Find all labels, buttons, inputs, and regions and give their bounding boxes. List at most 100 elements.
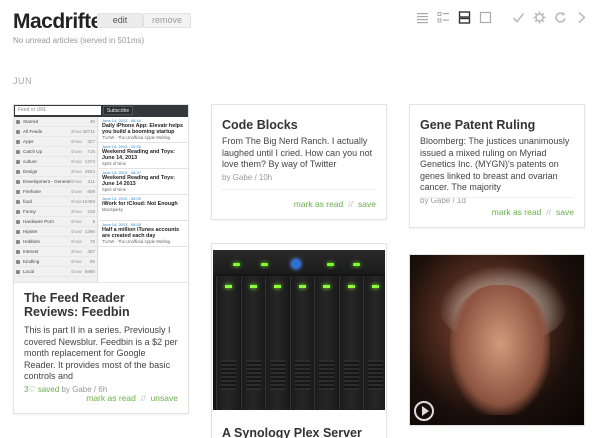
drive-bay: [314, 276, 338, 410]
thumb-sidebar-show: show: [71, 199, 82, 204]
thumb-subscribe-button: Subscribe: [103, 106, 133, 115]
drive-led-icon: [249, 285, 257, 288]
thumb-entry-title: Weekend Reading and Toys: June 14 2013: [102, 175, 175, 187]
thumb-sidebar-count: 8: [92, 219, 95, 224]
article-thumbnail[interactable]: Feed or URL Subscribe Starred 38 All Feeds…: [14, 105, 188, 283]
article-thumbnail[interactable]: [213, 250, 385, 410]
remove-button[interactable]: remove: [143, 13, 191, 28]
thumb-entry: June 14, 2013 - 08:00 iWork for iCloud: N…: [99, 195, 188, 221]
thumb-sidebar-count: 1266: [84, 229, 95, 234]
thumb-sidebar-label: Starred: [23, 119, 39, 124]
unsave-link[interactable]: unsave: [151, 393, 178, 403]
thumb-sidebar-label: Hipster: [23, 229, 38, 234]
edit-button[interactable]: edit: [97, 13, 143, 28]
thumb-sidebar-show: show: [71, 239, 82, 244]
summary-view-icon[interactable]: [437, 11, 450, 24]
thumb-entry-title: Weekend Reading and Toys: June 14, 2013: [102, 149, 175, 161]
list-view-icon[interactable]: [416, 11, 429, 24]
thumb-sidebar-label: Interest: [23, 249, 39, 254]
folder-icon: [16, 200, 20, 204]
folder-icon: [16, 140, 20, 144]
mark-as-read-link[interactable]: mark as read: [294, 199, 344, 209]
thumb-sidebar-label: Apps: [23, 139, 34, 144]
next-icon[interactable]: [575, 11, 588, 24]
drive-led-icon: [274, 285, 281, 288]
article-card-feedbin[interactable]: Feed or URL Subscribe Starred 38 All Feeds…: [13, 104, 189, 414]
status-led-icon: [327, 263, 334, 266]
folder-icon: [16, 270, 20, 274]
article-card-synology[interactable]: A Synology Plex Server: [211, 243, 387, 438]
folder-icon: [16, 230, 20, 234]
article-title[interactable]: The Feed Reader Reviews: Feedbin: [24, 291, 178, 319]
thumb-sidebar-show: show: [71, 229, 82, 234]
drive-bay: [338, 276, 363, 410]
mark-as-read-link[interactable]: mark as read: [86, 393, 136, 403]
folder-icon: [16, 190, 20, 194]
thumb-sidebar-item: Starred 38: [14, 117, 97, 127]
thumb-sidebar-count: 78: [89, 239, 95, 244]
thumb-sidebar: Starred 38 All Feeds show 36711 Apps show 327 Ca…: [14, 117, 98, 282]
video-frame-face: [450, 285, 550, 415]
thumb-sidebar-label: Design: [23, 169, 38, 174]
thumb-sidebar-item: Local show 6886: [14, 267, 97, 277]
thumb-sidebar-label: culture: [23, 159, 37, 164]
drive-led-icon: [323, 285, 330, 288]
thumb-sidebar-item: Catch Up show 716: [14, 147, 97, 157]
article-excerpt: From The Big Nerd Ranch. I actually laug…: [222, 136, 373, 169]
status-led-icon: [353, 263, 360, 266]
action-separator: //: [140, 393, 146, 403]
card-divider: [222, 189, 376, 190]
video-thumbnail[interactable]: [410, 255, 584, 425]
article-card-video[interactable]: [409, 254, 585, 426]
card-actions: mark as read // unsave: [86, 393, 178, 403]
full-view-icon[interactable]: [479, 11, 492, 24]
mark-as-read-link[interactable]: mark as read: [492, 207, 542, 217]
thumb-sidebar-count: 316: [87, 209, 95, 214]
drive-bay: [289, 276, 314, 410]
app-title[interactable]: Macdrifter: [13, 10, 110, 34]
thumb-entry: June 14, 2013 - 08:37 Weekend Reading and…: [99, 169, 188, 195]
folder-icon: [16, 210, 20, 214]
folder-icon: [16, 180, 20, 184]
power-button-icon: [291, 259, 301, 269]
article-card-gene-patent[interactable]: Gene Patent Ruling Bloomberg: The justic…: [409, 104, 585, 228]
thumb-sidebar-count: 38: [89, 119, 95, 124]
drive-led-icon: [347, 285, 355, 288]
article-title[interactable]: Gene Patent Ruling: [420, 118, 574, 132]
article-title[interactable]: A Synology Plex Server: [222, 426, 376, 438]
thumb-sidebar-item: Hipster show 1266: [14, 227, 97, 237]
thumb-sidebar-show: show: [71, 249, 82, 254]
card-view-icon[interactable]: [458, 11, 471, 24]
thumb-sidebar-item: Kindling show 55: [14, 257, 97, 267]
card-divider: [420, 197, 574, 198]
thumb-sidebar-count: 4924: [84, 169, 95, 174]
mark-all-read-icon[interactable]: [512, 11, 525, 24]
action-separator: //: [546, 207, 552, 217]
thumb-sidebar-item: Apps show 327: [14, 137, 97, 147]
settings-icon[interactable]: [533, 11, 546, 24]
article-title[interactable]: Code Blocks: [222, 118, 376, 132]
thumb-sidebar-label: Funny: [23, 209, 36, 214]
thumb-sidebar-show: show: [71, 179, 82, 184]
thumb-sidebar-item: All Feeds show 36711: [14, 127, 97, 137]
refresh-icon[interactable]: [554, 11, 567, 24]
save-link[interactable]: save: [556, 207, 574, 217]
drive-bay: [363, 276, 385, 410]
article-card-code-blocks[interactable]: Code Blocks From The Big Nerd Ranch. I a…: [211, 104, 387, 220]
thumb-entry-source: MacSparky: [102, 207, 123, 212]
play-icon[interactable]: [414, 401, 434, 421]
drive-led-icon: [298, 285, 306, 288]
thumb-sidebar-item: culture show 1374: [14, 157, 97, 167]
thumb-entry-source: TUAW - The Unofficial Apple Weblog: [102, 239, 171, 244]
save-link[interactable]: save: [358, 199, 376, 209]
thumb-entry: June 14, 2013 - 08:44 Daily iPhone App: E…: [99, 117, 188, 143]
folder-icon: [16, 160, 20, 164]
action-separator: //: [348, 199, 354, 209]
thumb-sidebar-show: show: [71, 189, 82, 194]
thumb-sidebar-label: food: [23, 199, 32, 204]
status-led-icon: [233, 263, 240, 266]
thumb-sidebar-show: show: [71, 139, 82, 144]
thumb-sidebar-show: show: [71, 169, 82, 174]
thumb-sidebar-item: Interest show 467: [14, 247, 97, 257]
status-text: No unread articles (served in 501ms): [13, 36, 145, 45]
